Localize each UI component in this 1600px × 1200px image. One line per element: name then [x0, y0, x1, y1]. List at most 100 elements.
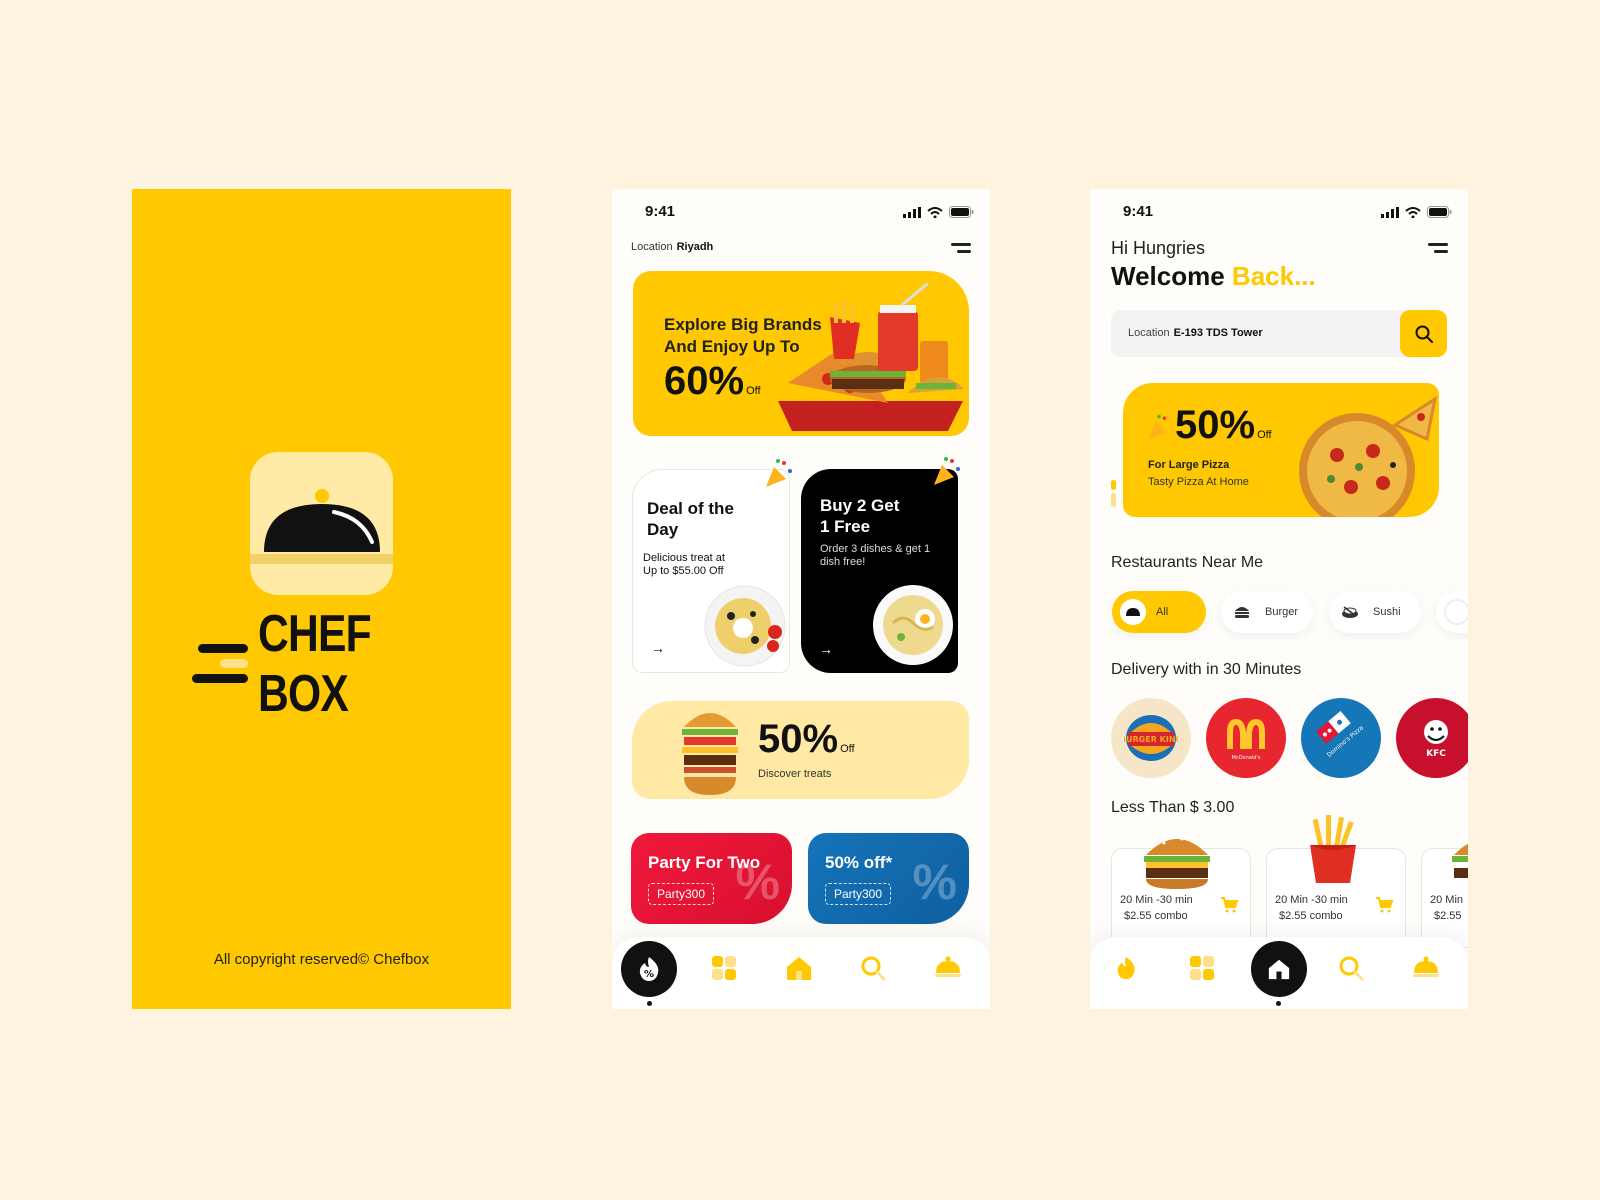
signal-icon [903, 206, 921, 218]
buy-2-get-1-card[interactable]: Buy 2 Get 1 Free Order 3 dishes & get 1 di… [801, 469, 958, 673]
search-button[interactable] [1400, 310, 1447, 357]
svg-text:McDonald's: McDonald's [1232, 755, 1261, 761]
chip-more[interactable] [1436, 591, 1468, 633]
categories-icon [712, 956, 736, 980]
location-search-bar[interactable]: Location E-193 TDS Tower [1111, 310, 1447, 357]
cloche-icon [264, 489, 380, 552]
bottom-tab-bar: % [612, 937, 990, 1009]
status-bar: 9:41 [612, 203, 990, 223]
brand-burger-king[interactable]: BURGER KING [1111, 698, 1191, 778]
burger-icon [1235, 607, 1249, 618]
app-logo-tile [250, 452, 393, 595]
promo-code[interactable]: Party300 [825, 883, 892, 905]
brand-lines-icon [192, 642, 250, 686]
home-screen: 9:41 Hi Hungries Welcome Back... Locatio… [1090, 189, 1468, 1009]
wifi-icon [1405, 206, 1421, 218]
categories-icon [1190, 956, 1214, 980]
brand-wordmark: CHEF BOX [192, 604, 511, 724]
fries-image [1310, 815, 1356, 883]
burger-image [1144, 837, 1210, 889]
banner2-percent: 50% [758, 717, 839, 761]
cloche-icon [935, 956, 961, 977]
mcdonalds-logo: McDonald's [1227, 719, 1265, 761]
brand-kfc[interactable]: KFC [1396, 698, 1468, 778]
chip-burger[interactable]: Burger [1221, 591, 1313, 633]
tab-orders[interactable] [934, 955, 964, 985]
battery-icon [949, 206, 974, 218]
greeting-text: Hi Hungries [1111, 238, 1206, 258]
location-value: Riyadh [676, 241, 714, 253]
svg-text:%: % [644, 969, 654, 980]
cart-icon[interactable] [1375, 897, 1393, 913]
deal-of-the-day-card[interactable]: Deal of the Day Delicious treat at Up to $… [632, 469, 790, 673]
tab-home[interactable] [1251, 941, 1307, 997]
tab-search[interactable] [860, 955, 890, 985]
promo-code[interactable]: Party300 [648, 883, 715, 905]
tab-home[interactable] [785, 955, 815, 985]
status-bar: 9:41 [1090, 203, 1468, 223]
restaurants-title: Restaurants Near Me [1111, 554, 1264, 571]
banner-pager[interactable] [1111, 480, 1116, 510]
tab-categories[interactable] [711, 955, 741, 985]
svg-text:BURGER KING: BURGER KING [1124, 735, 1178, 744]
tab-search[interactable] [1338, 955, 1368, 985]
percent-icon: % [912, 854, 957, 910]
brand-name: CHEF BOX [258, 605, 372, 723]
wifi-icon [927, 206, 943, 218]
burger-image [1452, 843, 1468, 878]
status-time: 9:41 [1123, 203, 1154, 220]
stacked-burger-image [682, 713, 738, 795]
pizza-percent: 50% [1175, 403, 1256, 447]
pizza-offer-banner[interactable]: 50% Off For Large Pizza Tasty Pizza At Ho… [1123, 383, 1439, 517]
chip-sushi[interactable]: Sushi [1329, 591, 1421, 633]
tab-offers[interactable] [1114, 955, 1144, 985]
arrow-right-icon[interactable]: → [819, 641, 833, 657]
cloche-icon [1413, 956, 1439, 977]
banner2-subtitle: Discover treats [758, 768, 832, 780]
kfc-logo: KFC [1424, 720, 1448, 759]
location-value: E-193 TDS Tower [1173, 327, 1263, 339]
tab-categories[interactable] [1189, 955, 1219, 985]
cloche-icon [1126, 608, 1140, 616]
dominos-logo: Domino's Pizza [1316, 711, 1365, 759]
sushi-icon [1342, 606, 1358, 618]
cheap-items-title: Less Than $ 3.00 [1111, 799, 1235, 816]
party-popper-icon [766, 459, 792, 487]
banner-percent: 60% [664, 359, 745, 403]
pizza-image [1299, 395, 1438, 517]
bottom-tab-bar [1090, 937, 1468, 1009]
svg-text:KFC: KFC [1426, 749, 1446, 759]
search-icon [1415, 325, 1433, 343]
tab-offers[interactable]: % [621, 941, 677, 997]
signal-icon [1381, 206, 1399, 218]
offers-icon [1117, 956, 1135, 980]
big-brands-banner[interactable]: Explore Big Brands And Enjoy Up To 60% Off [633, 271, 969, 436]
welcome-heading: Welcome Back... [1111, 261, 1316, 291]
status-time: 9:41 [645, 203, 676, 220]
party-popper-icon [934, 457, 960, 485]
copyright-text: All copyright reserved© Chefbox [213, 951, 430, 968]
delivery-title: Delivery with in 30 Minutes [1111, 661, 1302, 678]
brand-mcdonalds[interactable]: McDonald's [1206, 698, 1286, 778]
cart-icon[interactable] [1220, 897, 1238, 913]
fast-food-tray-image [778, 283, 964, 431]
noodle-plate-image [873, 585, 953, 665]
location-label[interactable]: Location Riyadh [631, 241, 713, 253]
discover-treats-banner[interactable]: 50% Off Discover treats [632, 701, 969, 799]
arrow-right-icon[interactable]: → [651, 640, 665, 656]
menu-icon[interactable] [1428, 243, 1448, 255]
pasta-plate-image [704, 585, 786, 667]
chip-all[interactable]: All [1112, 591, 1206, 633]
party-popper-icon [1148, 414, 1167, 440]
home-icon [787, 957, 811, 980]
menu-icon[interactable] [951, 243, 971, 255]
deals-screen: 9:41 Location Riyadh Explore Big Brands An… [612, 189, 990, 1009]
search-icon [1339, 956, 1364, 981]
offers-icon: % [639, 957, 659, 981]
tab-orders[interactable] [1412, 955, 1442, 985]
brand-dominos[interactable]: Domino's Pizza [1301, 698, 1381, 778]
burger-king-logo: BURGER KING [1124, 715, 1178, 761]
party-for-two-card[interactable]: % Party For Two Party300 [631, 833, 792, 924]
fifty-off-card[interactable]: % 50% off* Party300 [808, 833, 969, 924]
search-icon [861, 956, 886, 981]
